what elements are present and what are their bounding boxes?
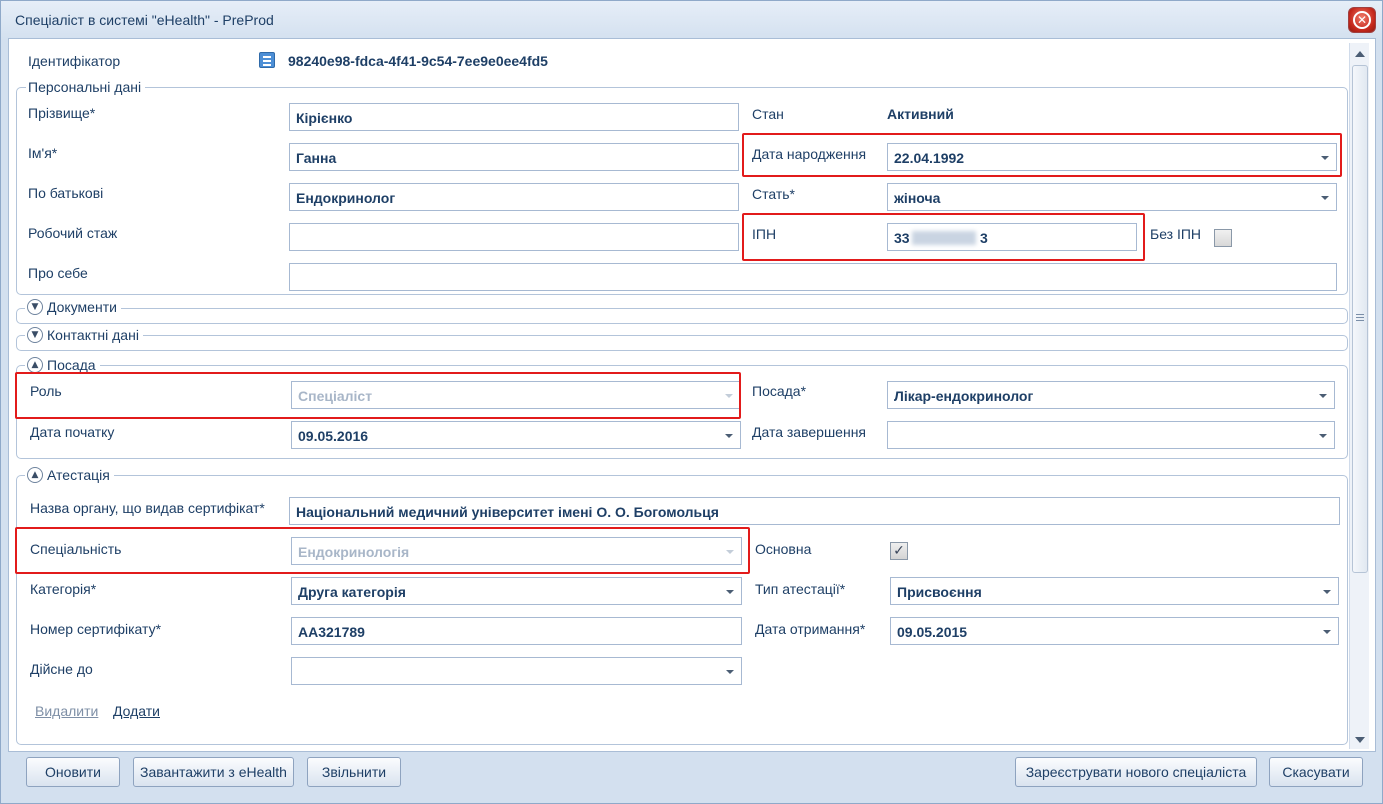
dropdown-arrow-icon[interactable] <box>1323 630 1331 634</box>
gender-label: Стать* <box>752 186 795 202</box>
highlight-ipn <box>742 213 1145 261</box>
valid-until-label: Дійсне до <box>30 661 93 677</box>
collapse-chevron-icon[interactable]: ▲ <box>27 357 43 373</box>
position-expander[interactable]: ▲ Посада <box>25 357 100 373</box>
issuer-input[interactable]: Національний медичний університет імені … <box>289 497 1340 525</box>
surname-label: Прізвище* <box>28 105 96 121</box>
experience-label: Робочий стаж <box>28 225 118 241</box>
patronymic-label: По батькові <box>28 185 104 201</box>
end-date-label: Дата завершення <box>752 424 867 440</box>
post-label: Посада* <box>752 383 807 399</box>
register-specialist-button[interactable]: Зареєструвати нового спеціаліста <box>1015 757 1257 787</box>
dropdown-arrow-icon[interactable] <box>726 590 734 594</box>
category-value: Друга категорія <box>298 584 406 600</box>
no-ipn-checkbox[interactable] <box>1214 229 1232 247</box>
scroll-thumb[interactable] <box>1352 65 1368 573</box>
cancel-button[interactable]: Скасувати <box>1269 757 1363 787</box>
collapse-chevron-icon[interactable]: ▲ <box>27 467 43 483</box>
dropdown-arrow-icon[interactable] <box>725 434 733 438</box>
dismiss-button[interactable]: Звільнити <box>307 757 401 787</box>
title-bar[interactable]: Спеціаліст в системі "eHealth" - PreProd… <box>1 1 1382 37</box>
gender-combo[interactable]: жіноча <box>887 183 1337 211</box>
status-label: Стан <box>752 106 784 122</box>
received-date-label: Дата отримання* <box>755 621 866 637</box>
start-date-value: 09.05.2016 <box>298 428 369 444</box>
gender-value: жіноча <box>894 190 941 206</box>
highlight-birth-date <box>742 133 1342 177</box>
expand-chevron-icon[interactable]: ▼ <box>27 327 43 343</box>
valid-until-combo[interactable] <box>291 657 742 685</box>
add-link[interactable]: Додати <box>113 703 160 719</box>
documents-expander[interactable]: ▼ Документи <box>25 299 121 315</box>
dialog-window: Спеціаліст в системі "eHealth" - PreProd… <box>0 0 1383 804</box>
delete-link[interactable]: Видалити <box>35 703 98 719</box>
patronymic-input[interactable]: Ендокринолог <box>289 183 739 211</box>
start-date-combo[interactable]: 09.05.2016 <box>291 421 741 449</box>
contacts-legend-text: Контактні дані <box>47 327 139 343</box>
main-label: Основна <box>755 541 812 557</box>
documents-legend-text: Документи <box>47 299 117 315</box>
name-label: Ім'я* <box>28 145 58 161</box>
expand-chevron-icon[interactable]: ▼ <box>27 299 43 315</box>
name-input[interactable]: Ганна <box>289 143 739 171</box>
about-input[interactable] <box>289 263 1337 291</box>
dropdown-arrow-icon[interactable] <box>1321 196 1329 200</box>
attestation-type-combo[interactable]: Присвоєння <box>890 577 1339 605</box>
close-icon: ✕ <box>1353 11 1371 29</box>
attestation-expander[interactable]: ▲ Атестація <box>25 467 114 483</box>
position-legend-text: Посада <box>47 357 96 373</box>
experience-input[interactable] <box>289 223 739 251</box>
certificate-number-label: Номер сертифікату* <box>30 621 162 637</box>
no-ipn-label: Без ІПН <box>1150 226 1202 242</box>
grip-icon <box>1356 314 1364 321</box>
window-title: Спеціаліст в системі "eHealth" - PreProd <box>15 12 274 28</box>
received-date-combo[interactable]: 09.05.2015 <box>890 617 1339 645</box>
scroll-up-icon[interactable] <box>1355 51 1365 57</box>
dropdown-arrow-icon[interactable] <box>1319 394 1327 398</box>
contacts-expander[interactable]: ▼ Контактні дані <box>25 327 143 343</box>
checkmark-icon: ✓ <box>893 543 905 559</box>
post-value: Лікар-ендокринолог <box>894 388 1034 404</box>
dropdown-arrow-icon[interactable] <box>1323 590 1331 594</box>
highlight-role <box>15 372 741 419</box>
documents-group <box>16 308 1348 324</box>
identifier-value: 98240e98-fdca-4f41-9c54-7ee9e0ee4fd5 <box>288 53 548 69</box>
personal-data-legend-text: Персональні дані <box>28 79 142 95</box>
about-label: Про себе <box>28 265 88 281</box>
refresh-button[interactable]: Оновити <box>26 757 120 787</box>
attestation-type-value: Присвоєння <box>897 584 982 600</box>
identifier-icon <box>259 52 275 68</box>
attestation-legend-text: Атестація <box>47 467 110 483</box>
identifier-label: Ідентифікатор <box>28 53 121 69</box>
contacts-group <box>16 335 1348 351</box>
post-combo[interactable]: Лікар-ендокринолог <box>887 381 1335 409</box>
certificate-number-input[interactable]: АА321789 <box>291 617 742 645</box>
received-date-value: 09.05.2015 <box>897 624 968 640</box>
scroll-down-icon[interactable] <box>1355 737 1365 743</box>
category-label: Категорія* <box>30 581 97 597</box>
highlight-specialty <box>15 527 750 574</box>
start-date-label: Дата початку <box>30 424 115 440</box>
dropdown-arrow-icon[interactable] <box>726 670 734 674</box>
vertical-scrollbar[interactable] <box>1349 43 1369 749</box>
dropdown-arrow-icon[interactable] <box>1319 434 1327 438</box>
issuer-label: Назва органу, що видав сертифікат* <box>30 500 265 516</box>
close-button[interactable]: ✕ <box>1348 7 1376 33</box>
attestation-type-label: Тип атестації* <box>755 581 846 597</box>
status-value: Активний <box>887 106 954 122</box>
load-from-ehealth-button[interactable]: Завантажити з eHealth <box>133 757 294 787</box>
category-combo[interactable]: Друга категорія <box>291 577 742 605</box>
surname-input[interactable]: Кірієнко <box>289 103 739 131</box>
end-date-combo[interactable] <box>887 421 1335 449</box>
personal-data-legend: Персональні дані <box>26 79 146 95</box>
main-checkbox[interactable]: ✓ <box>890 542 908 560</box>
